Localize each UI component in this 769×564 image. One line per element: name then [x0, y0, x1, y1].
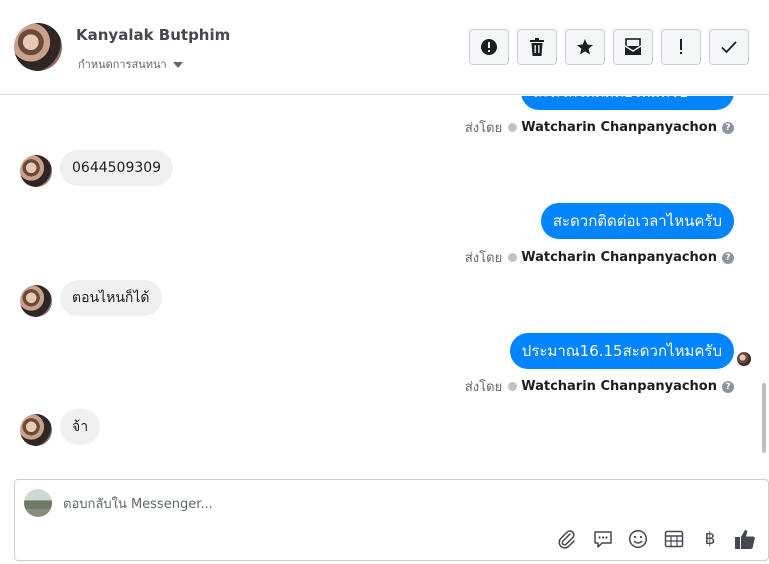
- contact-avatar-small[interactable]: [20, 414, 52, 446]
- reply-composer: ฿: [14, 479, 769, 561]
- contact-name[interactable]: Kanyalak Butphim: [76, 26, 230, 44]
- exclamation-icon: [680, 39, 682, 54]
- help-icon[interactable]: ?: [722, 380, 734, 393]
- sent-by-label: ส่งโดย: [464, 380, 503, 395]
- help-icon[interactable]: ?: [722, 251, 734, 264]
- mark-unread-button[interactable]: [613, 29, 653, 65]
- outgoing-message[interactable]: ประมาณ16.15สะดวกไหมครับ: [509, 333, 734, 369]
- page-admin-icon: [508, 382, 518, 391]
- caret-down-icon: [172, 62, 183, 68]
- mark-done-button[interactable]: [709, 29, 749, 65]
- appointment-button[interactable]: [663, 528, 685, 550]
- seen-receipt-avatar: [737, 352, 751, 366]
- page-avatar: [24, 489, 52, 517]
- help-icon[interactable]: ?: [722, 121, 734, 134]
- sent-by-label: ส่งโดย: [464, 251, 503, 266]
- saved-reply-button[interactable]: [592, 528, 614, 550]
- sent-by-label: ส่งโดย: [464, 121, 503, 136]
- attach-icon: [558, 530, 575, 549]
- outgoing-message[interactable]: สะดวกติดต่อเวลาไหนครับ: [540, 203, 734, 239]
- page-admin-icon: [508, 123, 518, 132]
- emoji-button[interactable]: [627, 528, 649, 550]
- spam-button[interactable]: [469, 29, 509, 65]
- check-icon: [721, 41, 737, 54]
- reply-input[interactable]: [63, 494, 563, 514]
- sender-name[interactable]: Watcharin Chanpanyachon: [521, 250, 717, 265]
- alert-circle-icon: [481, 39, 497, 55]
- thread-scrollbar[interactable]: [762, 383, 766, 453]
- saved-reply-icon: [594, 531, 612, 548]
- like-icon: [735, 530, 755, 549]
- trash-icon: [530, 38, 544, 56]
- sent-by-info: ส่งโดย Watcharin Chanpanyachon ?: [465, 117, 734, 138]
- delete-button[interactable]: [517, 29, 557, 65]
- outgoing-message[interactable]: สะดวกให้ติดต่อไหมครับ: [521, 96, 734, 110]
- page-admin-icon: [508, 253, 518, 262]
- contact-avatar-small[interactable]: [20, 155, 52, 187]
- emoji-icon: [628, 529, 648, 549]
- like-button[interactable]: [734, 528, 756, 550]
- follow-up-button[interactable]: [661, 29, 701, 65]
- sent-by-info: ส่งโดย Watcharin Chanpanyachon ?: [465, 376, 734, 397]
- payment-icon[interactable]: ฿: [699, 528, 721, 550]
- star-button[interactable]: [565, 29, 605, 65]
- conversation-header: Kanyalak Butphim กำหนดการสนทนา: [0, 0, 769, 95]
- attach-button[interactable]: [556, 528, 578, 550]
- sender-name[interactable]: Watcharin Chanpanyachon: [521, 120, 717, 135]
- incoming-message[interactable]: จ้า: [60, 409, 101, 445]
- assign-label: กำหนดการสนทนา: [78, 58, 167, 71]
- star-icon: [577, 39, 593, 55]
- message-thread[interactable]: สะดวกให้ติดต่อไหมครับ ส่งโดย Watcharin C…: [0, 96, 769, 470]
- contact-avatar[interactable]: [14, 23, 62, 71]
- assign-conversation-dropdown[interactable]: กำหนดการสนทนา: [78, 55, 183, 73]
- sender-name[interactable]: Watcharin Chanpanyachon: [521, 379, 717, 394]
- contact-avatar-small[interactable]: [20, 285, 52, 317]
- appointment-icon: [664, 530, 684, 548]
- incoming-message[interactable]: ตอนไหนก็ได้: [60, 280, 162, 316]
- incoming-message[interactable]: 0644509309: [60, 150, 174, 186]
- envelope-icon: [624, 38, 642, 55]
- sent-by-info: ส่งโดย Watcharin Chanpanyachon ?: [465, 247, 734, 268]
